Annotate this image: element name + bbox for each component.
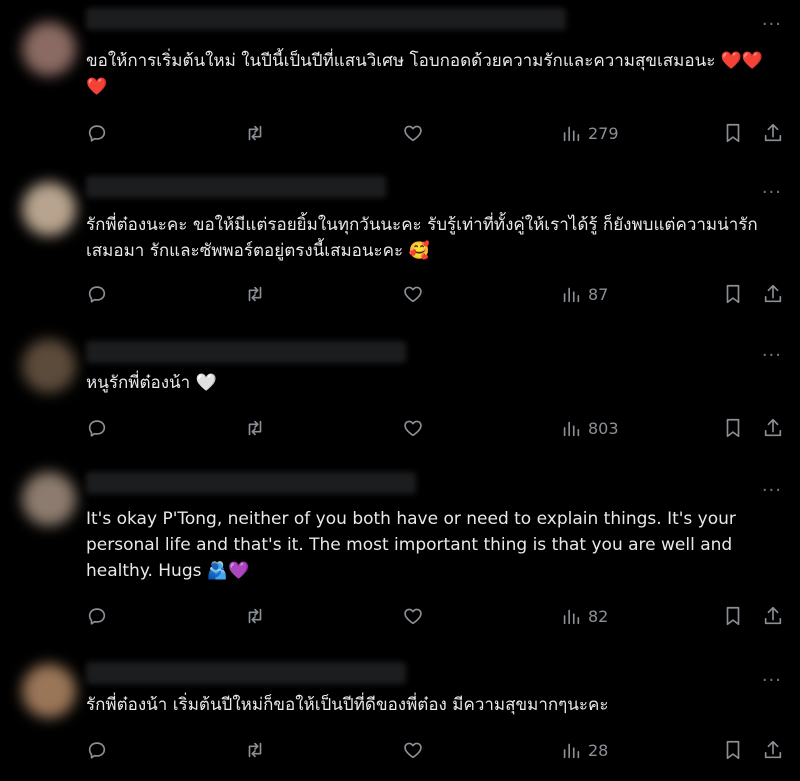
views-count: 279 (588, 123, 619, 143)
author-name-blurred[interactable] (86, 472, 416, 494)
avatar[interactable] (22, 182, 76, 236)
reply-post[interactable]: ··· รักพี่ต๋องนะคะ ขอให้มีแต่รอยยิ้มในทุ… (0, 160, 800, 324)
post-text: หนูรักพี่ต๋องน้า 🤍 (86, 373, 217, 393)
views-count: 82 (588, 606, 609, 626)
share-icon[interactable] (762, 120, 784, 146)
repost-icon[interactable] (244, 603, 266, 629)
views-icon[interactable]: 279 (560, 120, 619, 146)
more-icon[interactable]: ··· (762, 16, 782, 34)
reply-icon[interactable] (86, 737, 108, 763)
bookmark-icon[interactable] (722, 737, 744, 763)
reply-post[interactable]: ··· ขอให้การเริ่มต้นใหม่ ในปีนี้เป็นปีที… (0, 0, 800, 161)
avatar[interactable] (22, 472, 76, 526)
post-text: รักพี่ต๋องนะคะ ขอให้มีแต่รอยยิ้มในทุกวัน… (86, 215, 758, 261)
avatar[interactable] (22, 664, 76, 718)
views-count: 87 (588, 284, 609, 304)
reply-icon[interactable] (86, 281, 108, 307)
action-bar: 87 (86, 281, 786, 307)
bookmark-icon[interactable] (722, 120, 744, 146)
heart-icon[interactable] (402, 281, 424, 307)
views-count: 803 (588, 418, 619, 438)
replies-feed: ··· ขอให้การเริ่มต้นใหม่ ในปีนี้เป็นปีที… (0, 0, 800, 781)
reply-post[interactable]: ··· หนูรักพี่ต๋องน้า 🤍 803 (0, 323, 800, 459)
post-text: ขอให้การเริ่มต้นใหม่ ในปีนี้เป็นปีที่แสน… (86, 51, 764, 97)
action-bar: 279 (86, 120, 786, 146)
author-name-blurred[interactable] (86, 662, 406, 684)
heart-icon[interactable] (402, 120, 424, 146)
repost-icon[interactable] (244, 281, 266, 307)
views-icon[interactable]: 87 (560, 281, 608, 307)
heart-icon[interactable] (402, 603, 424, 629)
bookmark-icon[interactable] (722, 603, 744, 629)
views-icon[interactable]: 803 (560, 415, 619, 441)
reply-icon[interactable] (86, 603, 108, 629)
action-bar: 803 (86, 415, 786, 441)
repost-icon[interactable] (244, 737, 266, 763)
reply-post[interactable]: ··· It's okay P'Tong, neither of you bot… (0, 458, 800, 647)
action-bar: 82 (86, 603, 786, 629)
bookmark-icon[interactable] (722, 281, 744, 307)
action-bar: 28 (86, 737, 786, 763)
more-icon[interactable]: ··· (762, 347, 782, 365)
views-count: 28 (588, 740, 609, 760)
author-name-blurred[interactable] (86, 341, 406, 363)
bookmark-icon[interactable] (722, 415, 744, 441)
more-icon[interactable]: ··· (762, 184, 782, 202)
avatar[interactable] (22, 339, 76, 393)
more-icon[interactable]: ··· (762, 482, 782, 500)
avatar[interactable] (22, 22, 76, 76)
share-icon[interactable] (762, 737, 784, 763)
reply-icon[interactable] (86, 415, 108, 441)
reply-post[interactable]: ··· รักพี่ต๋องน้า เริ่มต้นปีใหม่ก็ขอให้เ… (0, 646, 800, 781)
post-text: It's okay P'Tong, neither of you both ha… (86, 509, 736, 581)
author-name-blurred[interactable] (86, 176, 386, 198)
share-icon[interactable] (762, 415, 784, 441)
heart-icon[interactable] (402, 415, 424, 441)
reply-icon[interactable] (86, 120, 108, 146)
repost-icon[interactable] (244, 415, 266, 441)
share-icon[interactable] (762, 603, 784, 629)
more-icon[interactable]: ··· (762, 672, 782, 690)
share-icon[interactable] (762, 281, 784, 307)
views-icon[interactable]: 82 (560, 603, 608, 629)
heart-icon[interactable] (402, 737, 424, 763)
views-icon[interactable]: 28 (560, 737, 608, 763)
author-name-blurred[interactable] (86, 8, 566, 30)
repost-icon[interactable] (244, 120, 266, 146)
post-text: รักพี่ต๋องน้า เริ่มต้นปีใหม่ก็ขอให้เป็นป… (86, 695, 609, 715)
